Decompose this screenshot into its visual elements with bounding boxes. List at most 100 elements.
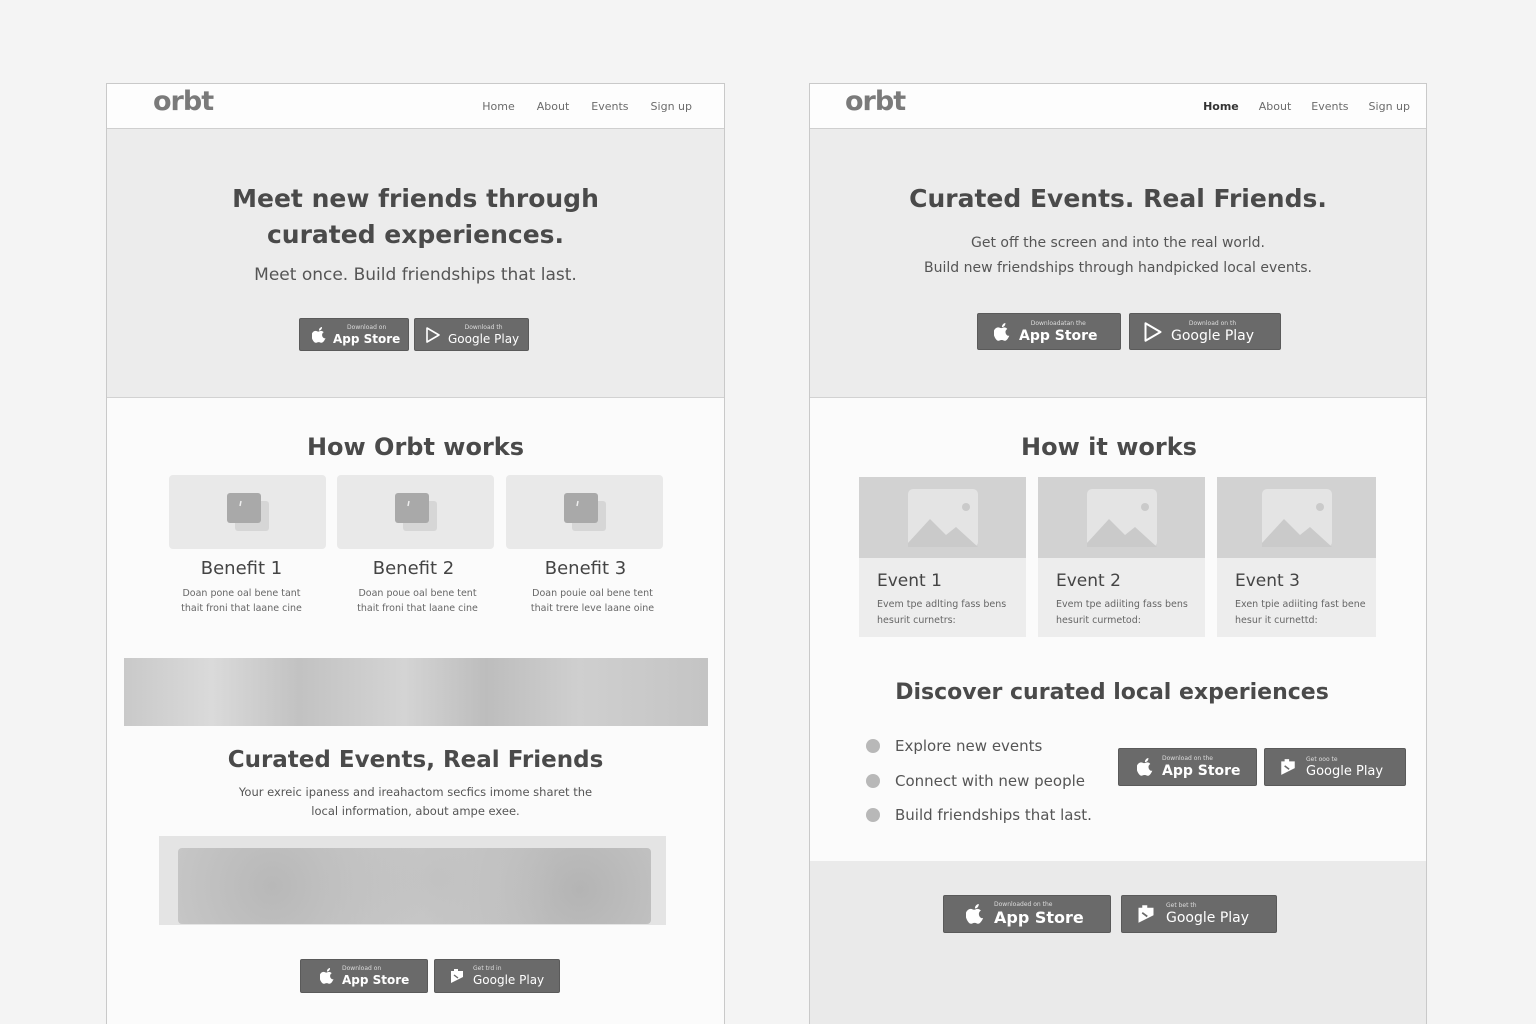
- benefit-desc-2: Doan poue oal bene tent thait froni that …: [339, 586, 496, 616]
- app-store-label: App Store: [1162, 763, 1241, 779]
- hero-subtitle: Get off the screen and into the real wor…: [810, 231, 1426, 281]
- hero-title-line2: curated experiences.: [266, 220, 565, 249]
- app-store-label: App Store: [333, 331, 401, 346]
- play-icon: [426, 326, 440, 343]
- nav-events[interactable]: Events: [1311, 100, 1348, 113]
- nav-events[interactable]: Events: [591, 100, 628, 113]
- google-play-button-bottom[interactable]: Get trd in Google Play: [434, 959, 560, 993]
- benefit-image-3: [506, 475, 663, 549]
- curated-desc-line: Your exreic ipaness and ireahactom secfi…: [238, 785, 593, 799]
- image-placeholder-icon: [1086, 488, 1157, 547]
- top-navbar: orbt Home About Events Sign up: [107, 84, 724, 129]
- google-play-button-discover[interactable]: Get ooo te Google Play: [1264, 748, 1406, 786]
- benefit-desc-line: Doan pone oal bene tant: [182, 588, 301, 599]
- app-store-button-discover[interactable]: Download on the App Store: [1118, 748, 1257, 786]
- hero-subtitle-line2: Build new friendships through handpicked…: [923, 260, 1312, 276]
- hero-subtitle-line1: Get off the screen and into the real wor…: [971, 235, 1265, 251]
- nav-links: Home About Events Sign up: [482, 100, 692, 113]
- group-photo-image: [178, 848, 651, 924]
- event-image: [859, 477, 1026, 558]
- benefit-desc-line: thait froni that laane cine: [357, 603, 478, 614]
- image-placeholder-icon: [563, 493, 606, 531]
- image-placeholder-icon: [907, 488, 978, 547]
- app-store-label: App Store: [342, 973, 410, 987]
- hero-section: Curated Events. Real Friends. Get off th…: [810, 129, 1426, 398]
- google-play-label: Google Play: [1166, 910, 1250, 926]
- logo[interactable]: orbt: [153, 86, 214, 117]
- event-card-2[interactable]: Event 2 Evem tpe adiiting fass bens hesur…: [1038, 477, 1205, 637]
- google-play-label: Google Play: [1171, 327, 1255, 344]
- nav-signup[interactable]: Sign up: [1369, 100, 1410, 113]
- apple-icon: [994, 322, 1010, 341]
- event-title: Event 3: [1235, 571, 1300, 591]
- google-play-label: Google Play: [1306, 763, 1384, 779]
- event-desc-line: hesurit curmetod:: [1056, 615, 1141, 626]
- bullet-item: Connect with new people: [866, 772, 1085, 790]
- nav-signup[interactable]: Sign up: [651, 100, 692, 113]
- app-store-small-label: Download on: [347, 323, 387, 331]
- nav-about[interactable]: About: [1259, 100, 1292, 113]
- nav-home[interactable]: Home: [482, 100, 514, 113]
- benefit-desc-line: Doan pouie oal bene tent: [532, 588, 653, 599]
- app-store-button-footer[interactable]: Downloaded on the App Store: [943, 895, 1111, 933]
- benefit-image-2: [337, 475, 494, 549]
- group-photo: [159, 836, 666, 925]
- event-desc-line: Evem tpe adiiting fass bens: [1056, 599, 1188, 610]
- apple-icon: [312, 326, 326, 343]
- event-card-1[interactable]: Event 1 Evem tpe adlting fass bens hesuri…: [859, 477, 1026, 637]
- image-placeholder-icon: [1261, 488, 1332, 547]
- event-card-3[interactable]: Event 3 Exen tpie adiiting fast bene hesu…: [1217, 477, 1376, 637]
- app-store-small-label: Downloadatan the: [1030, 319, 1086, 327]
- benefit-desc-1: Doan pone oal bene tant thait froni that …: [163, 586, 320, 616]
- benefit-title-2: Benefit 2: [372, 558, 455, 579]
- bullet-dot: [866, 808, 880, 822]
- event-image: [1038, 477, 1205, 558]
- apple-icon: [966, 904, 984, 924]
- hero-section: Meet new friends through curated experie…: [107, 129, 724, 398]
- crowd-photo-banner: [124, 658, 708, 726]
- benefit-title-1: Benefit 1: [200, 558, 283, 579]
- event-desc-line: Evem tpe adlting fass bens: [877, 599, 1007, 610]
- google-play-label: Google Play: [448, 331, 520, 346]
- google-play-label: Google Play: [473, 973, 545, 987]
- event-title: Event 1: [877, 571, 942, 591]
- google-play-button[interactable]: Download th Google Play: [414, 318, 529, 351]
- logo[interactable]: orbt: [845, 86, 906, 117]
- play-icon: [1144, 321, 1162, 342]
- how-it-works-title: How Orbt works: [306, 433, 525, 461]
- hero-title-line1: Meet new friends through: [232, 184, 599, 213]
- bullet-item: Explore new events: [866, 737, 1042, 755]
- event-desc: Evem tpe adiiting fass bens hesurit curme…: [1056, 597, 1199, 629]
- benefit-desc-line: thait trere leve laane oine: [530, 603, 655, 614]
- app-store-button-bottom[interactable]: Download on App Store: [300, 959, 428, 993]
- app-store-button[interactable]: Downloadatan the App Store: [977, 313, 1121, 350]
- play-icon: [1279, 758, 1297, 776]
- bullet-text: Build friendships that last.: [895, 806, 1092, 824]
- google-play-button-footer[interactable]: Get bet th Google Play: [1121, 895, 1277, 933]
- app-store-button[interactable]: Download on App Store: [299, 318, 409, 351]
- wireframe-variant-b: orbt Home About Events Sign up Curated E…: [809, 83, 1427, 1024]
- event-desc-line: Exen tpie adiiting fast bene: [1235, 599, 1366, 610]
- nav-home[interactable]: Home: [1203, 100, 1239, 113]
- bullet-dot: [866, 739, 880, 753]
- top-navbar: orbt Home About Events Sign up: [810, 84, 1426, 129]
- benefit-desc-line: Doan poue oal bene tent: [358, 588, 477, 599]
- event-desc: Evem tpe adlting fass bens hesurit curnet…: [877, 597, 1020, 629]
- nav-links: Home About Events Sign up: [1203, 100, 1410, 113]
- google-play-small-label: Get bet th: [1166, 902, 1197, 909]
- app-store-label: App Store: [1019, 327, 1098, 344]
- nav-about[interactable]: About: [537, 100, 570, 113]
- app-store-small-label: Download on the: [1162, 755, 1213, 762]
- bullet-text: Explore new events: [895, 737, 1043, 755]
- bullet-dot: [866, 774, 880, 788]
- how-it-works-title: How it works: [1021, 433, 1197, 461]
- wireframe-variant-a: orbt Home About Events Sign up Meet new …: [106, 83, 725, 1024]
- google-play-small-label: Get trd in: [473, 965, 502, 972]
- discover-title: Discover curated local experiences: [895, 680, 1329, 705]
- bullet-text: Connect with new people: [895, 772, 1085, 790]
- event-title: Event 2: [1056, 571, 1121, 591]
- google-play-button[interactable]: Download on th Google Play: [1129, 313, 1281, 350]
- benefit-image-1: [169, 475, 326, 549]
- footer-section: Downloaded on the App Store Get bet th Goo…: [810, 861, 1426, 1024]
- event-desc-line: hesur it curnettd:: [1235, 615, 1318, 626]
